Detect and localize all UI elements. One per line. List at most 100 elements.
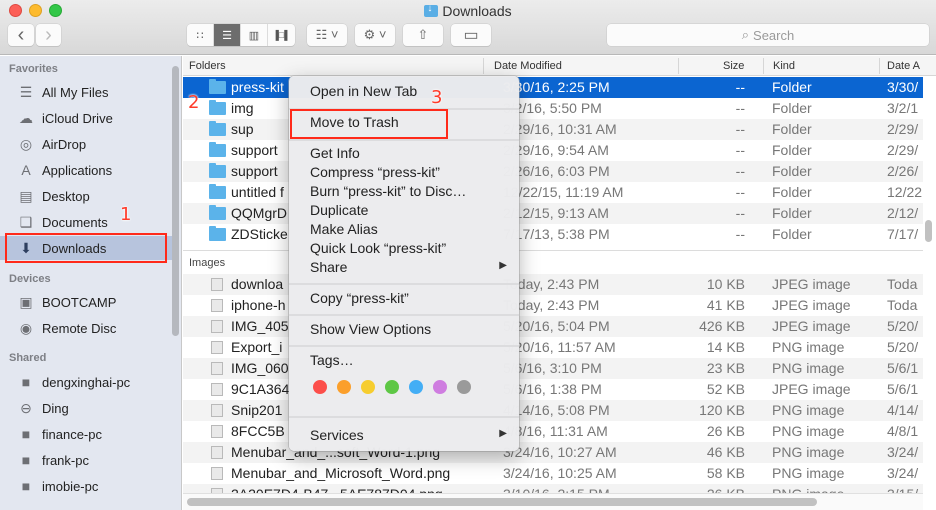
forward-button[interactable]: › [36, 24, 61, 46]
file-size: -- [735, 100, 745, 116]
date-added: 12/22 [887, 184, 923, 200]
date-added: 7/17/ [887, 226, 919, 242]
column-divider[interactable] [678, 58, 679, 74]
file-row[interactable]: Menubar_and_Microsoft_Word.png 3/24/16, 1… [183, 463, 923, 484]
column-view-button[interactable]: ▥ [241, 24, 268, 46]
date-added: Toda [887, 276, 918, 292]
sidebar-item-documents[interactable]: ❑ Documents [0, 210, 172, 234]
sidebar-item-desktop[interactable]: ▤ Desktop [0, 184, 172, 208]
column-header-date-added[interactable]: Date A [887, 60, 920, 72]
tag-red[interactable] [313, 380, 327, 394]
sidebar-item-imobie-pc[interactable]: ■ imobie-pc [0, 474, 172, 498]
annotation-highlight-downloads [5, 233, 167, 263]
file-kind: PNG image [772, 444, 845, 460]
sidebar-item-finance-pc[interactable]: ■ finance-pc [0, 422, 172, 446]
sidebar-item-label: frank-pc [42, 452, 89, 468]
sidebar-item-dengxinghai-pc[interactable]: ■ dengxinghai-pc [0, 370, 172, 394]
file-name: support [231, 142, 278, 158]
sidebar-scrollbar[interactable] [172, 66, 179, 336]
column-header-date-modified[interactable]: Date Modified [494, 60, 562, 72]
menu-item-open-in-new-tab[interactable]: Open in New Tab [289, 83, 519, 102]
column-divider[interactable] [483, 58, 484, 74]
tag-gray[interactable] [457, 380, 471, 394]
menu-item-tags[interactable]: Tags… [289, 352, 519, 371]
file-size: 10 KB [706, 276, 745, 292]
file-size: 41 KB [706, 297, 745, 313]
file-kind: JPEG image [772, 381, 851, 397]
menu-item-make-alias[interactable]: Make Alias [289, 221, 519, 240]
file-name: 8FCC5B [231, 423, 285, 439]
sidebar: Favorites ☰ All My Files ☁ iCloud Drive ◎ A… [0, 56, 182, 510]
cover-flow-view-button[interactable]: ▐□▌ [268, 24, 295, 46]
edit-tags-button[interactable]: ▭ [451, 24, 491, 46]
window-title: Downloads [0, 3, 936, 19]
menu-item-compress[interactable]: Compress “press-kit” [289, 164, 519, 183]
group-label: Images [189, 257, 226, 269]
date-added: 2/29/ [887, 121, 919, 137]
file-name: ZDSticke [231, 226, 288, 242]
tag-orange[interactable] [337, 380, 351, 394]
column-divider[interactable] [763, 58, 764, 74]
airdrop-icon: ◎ [19, 135, 33, 152]
back-button[interactable]: ‹ [8, 24, 34, 46]
sidebar-item-icloud-drive[interactable]: ☁ iCloud Drive [0, 106, 172, 130]
file-size: -- [735, 79, 745, 95]
view-mode-segmented-control: ∷ ☰ ▥ ▐□▌ [187, 24, 295, 46]
menu-item-label: Show View Options [310, 321, 432, 337]
desktop-icon: ▤ [19, 187, 33, 204]
search-placeholder: Search [753, 27, 795, 43]
menu-item-show-view-options[interactable]: Show View Options [289, 321, 519, 340]
folder-icon [209, 205, 226, 220]
image-file-icon [211, 341, 223, 354]
submenu-arrow-icon: ▶ [499, 428, 507, 439]
share-button[interactable]: ⇧ [403, 24, 443, 46]
vertical-scrollbar[interactable] [925, 220, 932, 242]
sidebar-item-frank-pc[interactable]: ■ frank-pc [0, 448, 172, 472]
column-header-size[interactable]: Size [723, 60, 744, 72]
column-header-name[interactable]: Folders [189, 60, 226, 72]
applications-icon: A [21, 162, 31, 178]
cloud-icon: ☁ [19, 109, 33, 126]
sidebar-item-bootcamp[interactable]: ▣ BOOTCAMP [0, 290, 172, 314]
sidebar-item-ding[interactable]: ⊖ Ding [0, 396, 172, 420]
menu-item-duplicate[interactable]: Duplicate [289, 202, 519, 221]
list-view-button[interactable]: ☰ [214, 24, 241, 46]
folder-icon [209, 163, 226, 178]
tag-purple[interactable] [433, 380, 447, 394]
annotation-highlight-move-to-trash [290, 109, 448, 139]
file-kind: Folder [772, 79, 812, 95]
column-divider[interactable] [879, 58, 880, 74]
date-added: 2/12/ [887, 205, 919, 221]
menu-item-get-info[interactable]: Get Info [289, 145, 519, 164]
folder-icon [209, 79, 226, 94]
tag-yellow[interactable] [361, 380, 375, 394]
menu-separator [289, 416, 519, 418]
action-button[interactable]: ⚙ ˅ [355, 24, 395, 46]
menu-item-services[interactable]: Services ▶ [289, 427, 519, 446]
sidebar-item-remote-disc[interactable]: ◉ Remote Disc [0, 316, 172, 340]
date-modified: 2/29/16, 10:31 AM [503, 121, 617, 137]
sidebar-section-shared: Shared [9, 352, 47, 364]
date-added: 2/29/ [887, 142, 919, 158]
sidebar-section-devices: Devices [9, 273, 51, 285]
column-header-kind[interactable]: Kind [773, 60, 795, 72]
menu-item-copy[interactable]: Copy “press-kit” [289, 290, 519, 309]
search-input[interactable]: ⌕ Search [607, 24, 929, 46]
icon-view-button[interactable]: ∷ [187, 24, 214, 46]
sidebar-item-applications[interactable]: A Applications [0, 158, 172, 182]
menu-item-share[interactable]: Share ▶ [289, 259, 519, 278]
file-size: 426 KB [699, 318, 745, 334]
sidebar-item-label: finance-pc [42, 426, 102, 442]
menu-item-quick-look[interactable]: Quick Look “press-kit” [289, 240, 519, 259]
menu-item-burn-to-disc[interactable]: Burn “press-kit” to Disc… [289, 183, 519, 202]
arrange-button[interactable]: ☷ ˅ [307, 24, 347, 46]
file-name: untitled f [231, 184, 284, 200]
horizontal-scrollbar[interactable] [187, 498, 817, 506]
annotation-step-1: 1 [120, 204, 132, 225]
tag-blue[interactable] [409, 380, 423, 394]
tag-green[interactable] [385, 380, 399, 394]
sidebar-item-airdrop[interactable]: ◎ AirDrop [0, 132, 172, 156]
folder-icon [209, 184, 226, 199]
sidebar-item-all-my-files[interactable]: ☰ All My Files [0, 80, 172, 104]
date-added: 5/6/1 [887, 360, 919, 376]
